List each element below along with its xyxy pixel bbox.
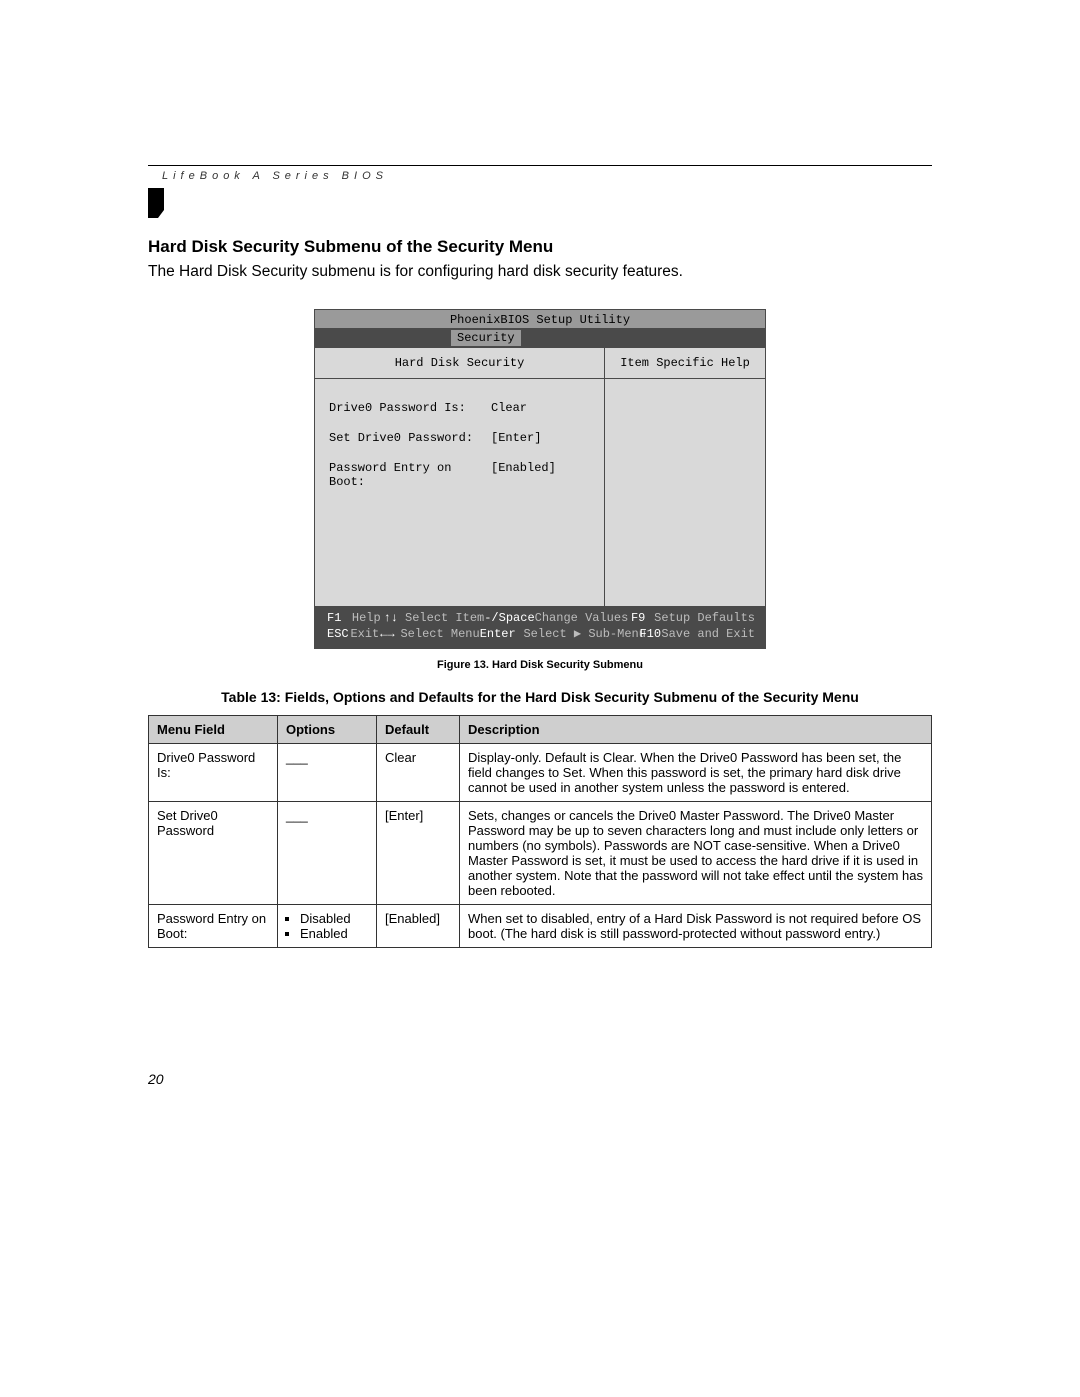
cell-menu-field: Password Entry on Boot:	[149, 905, 278, 948]
fields-table: Menu Field Options Default Description D…	[148, 715, 932, 948]
table-row: Drive0 Password Is:___ClearDisplay-only.…	[149, 744, 932, 802]
th-options: Options	[278, 716, 377, 744]
bios-tab-bar: Security	[315, 328, 765, 348]
cell-options: ___	[278, 744, 377, 802]
th-default: Default	[377, 716, 460, 744]
cell-description: Display-only. Default is Clear. When the…	[460, 744, 932, 802]
option-item: Enabled	[300, 926, 368, 941]
bios-row-value: [Enter]	[491, 431, 541, 445]
cell-default: [Enabled]	[377, 905, 460, 948]
cell-options: DisabledEnabled	[278, 905, 377, 948]
section-title: Hard Disk Security Submenu of the Securi…	[148, 237, 932, 257]
tab-decorator-icon	[148, 188, 164, 218]
table-title: Table 13: Fields, Options and Defaults f…	[148, 689, 932, 705]
cell-menu-field: Drive0 Password Is:	[149, 744, 278, 802]
th-menu: Menu Field	[149, 716, 278, 744]
bios-row-label: Set Drive0 Password:	[329, 431, 491, 445]
intro-paragraph: The Hard Disk Security submenu is for co…	[148, 263, 932, 281]
bios-row-value: Clear	[491, 401, 527, 415]
cell-default: Clear	[377, 744, 460, 802]
bios-right-header: Item Specific Help	[605, 348, 765, 379]
cell-description: When set to disabled, entry of a Hard Di…	[460, 905, 932, 948]
table-row: Password Entry on Boot:DisabledEnabled[E…	[149, 905, 932, 948]
bios-row: Drive0 Password Is: Clear	[329, 401, 590, 415]
page-number: 20	[148, 1071, 164, 1087]
bios-row: Password Entry on Boot: [Enabled]	[329, 461, 590, 489]
bios-row-label: Password Entry on Boot:	[329, 461, 491, 489]
th-description: Description	[460, 716, 932, 744]
bios-utility-title: PhoenixBIOS Setup Utility	[315, 310, 765, 328]
bios-left-header: Hard Disk Security	[315, 348, 604, 379]
bios-row: Set Drive0 Password: [Enter]	[329, 431, 590, 445]
cell-options: ___	[278, 802, 377, 905]
figure-caption: Figure 13. Hard Disk Security Submenu	[148, 659, 932, 671]
bios-row-value: [Enabled]	[491, 461, 556, 489]
cell-menu-field: Set Drive0 Password	[149, 802, 278, 905]
cell-default: [Enter]	[377, 802, 460, 905]
table-row: Set Drive0 Password___[Enter]Sets, chang…	[149, 802, 932, 905]
bios-screenshot: PhoenixBIOS Setup Utility Security Hard …	[314, 309, 766, 649]
running-head: LifeBook A Series BIOS	[148, 165, 932, 182]
bios-footer: F1Help↑↓Select Item-/SpaceChange ValuesF…	[315, 606, 765, 648]
cell-description: Sets, changes or cancels the Drive0 Mast…	[460, 802, 932, 905]
bios-left-panel: Hard Disk Security Drive0 Password Is: C…	[315, 348, 605, 606]
option-item: Disabled	[300, 911, 368, 926]
bios-tab-security: Security	[451, 330, 521, 346]
bios-right-panel: Item Specific Help	[605, 348, 765, 606]
bios-row-label: Drive0 Password Is:	[329, 401, 491, 415]
table-header-row: Menu Field Options Default Description	[149, 716, 932, 744]
